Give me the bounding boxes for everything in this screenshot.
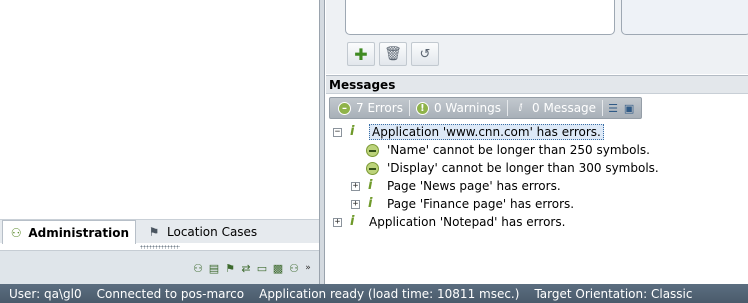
route-icon[interactable]: ⇄ bbox=[239, 259, 253, 277]
tree-row-text: Application 'www.cnn.com' has errors. bbox=[369, 124, 604, 140]
status-connection: Connected to pos-marco bbox=[96, 286, 245, 301]
side-box bbox=[621, 0, 748, 35]
tree-row[interactable]: − i Application 'www.cnn.com' has errors… bbox=[333, 123, 604, 141]
expand-icon[interactable]: + bbox=[333, 217, 342, 227]
separator bbox=[602, 100, 604, 116]
status-user: User: qa\gl0 bbox=[9, 286, 82, 301]
chevron-more-icon[interactable]: » bbox=[303, 259, 313, 277]
app-icon: i bbox=[368, 178, 373, 193]
tree-row[interactable]: + i Page 'Finance page' has errors. bbox=[351, 195, 574, 213]
collapse-icon[interactable]: − bbox=[333, 127, 342, 137]
error-icon bbox=[366, 161, 379, 175]
refresh-button[interactable]: ↺ bbox=[411, 42, 439, 66]
flag-icon: ⚑ bbox=[148, 225, 160, 239]
properties-area: ✚ 🗑 ↺ bbox=[326, 0, 748, 74]
error-icon: – bbox=[338, 101, 351, 115]
copy-icon[interactable]: ☰ bbox=[605, 100, 621, 116]
action-toolbar: ✚ 🗑 ↺ bbox=[347, 42, 439, 66]
tab-administration[interactable]: ⚇ Administration bbox=[2, 220, 136, 244]
tree-row[interactable]: + i Application 'Notepad' has errors. bbox=[333, 213, 565, 231]
messages-filter[interactable]: ⅈ 0 Message bbox=[510, 98, 600, 118]
text-area[interactable] bbox=[345, 0, 615, 35]
app-icon: i bbox=[350, 124, 355, 139]
tree-row-text: 'Name' cannot be longer than 250 symbols… bbox=[387, 143, 650, 157]
warning-icon: ! bbox=[415, 101, 429, 115]
vertical-splitter[interactable] bbox=[320, 0, 325, 284]
tree-row-text: Application 'Notepad' has errors. bbox=[369, 215, 566, 229]
status-app-ready: Application ready (load time: 10811 msec… bbox=[259, 286, 520, 301]
trash-icon: 🗑 bbox=[384, 46, 402, 62]
errors-filter[interactable]: – 7 Errors bbox=[334, 98, 407, 118]
error-icon bbox=[366, 143, 379, 157]
warnings-filter[interactable]: ! 0 Warnings bbox=[412, 98, 505, 118]
tree-row[interactable]: 'Display' cannot be longer than 300 symb… bbox=[366, 159, 659, 177]
tab-administration-label: Administration bbox=[28, 225, 129, 240]
separator bbox=[408, 100, 410, 116]
tab-location-cases[interactable]: ⚑ Location Cases bbox=[140, 220, 300, 244]
cube-icon[interactable]: ▩ bbox=[271, 259, 285, 277]
users-icon: ⚇ bbox=[10, 225, 22, 240]
flag-icon[interactable]: ⚑ bbox=[223, 259, 237, 277]
save-icon[interactable]: ▣ bbox=[621, 100, 637, 116]
status-orientation: Target Orientation: Classic bbox=[534, 286, 693, 301]
status-bar: User: qa\gl0 Connected to pos-marco Appl… bbox=[0, 284, 748, 303]
expand-icon[interactable]: + bbox=[351, 181, 360, 191]
refresh-icon: ↺ bbox=[419, 46, 431, 62]
warnings-filter-label: 0 Warnings bbox=[433, 101, 501, 115]
app-icon: i bbox=[368, 196, 373, 211]
add-button[interactable]: ✚ bbox=[347, 42, 375, 66]
left-content-area bbox=[0, 0, 319, 219]
info-icon: ⅈ bbox=[518, 102, 523, 114]
separator bbox=[507, 100, 508, 116]
users-icon[interactable]: ⚇ bbox=[191, 259, 205, 277]
tree-row-text: Page 'News page' has errors. bbox=[387, 179, 561, 193]
page-icon[interactable]: ▤ bbox=[207, 259, 221, 277]
right-panel: ✚ 🗑 ↺ Messages – 7 Errors ! 0 Warnings ⅈ… bbox=[326, 0, 748, 284]
tree-row-text: Page 'Finance page' has errors. bbox=[387, 197, 575, 211]
app-icon: i bbox=[350, 214, 355, 229]
monitor-icon[interactable]: ▭ bbox=[255, 259, 269, 277]
messages-filter-label: 0 Message bbox=[532, 101, 597, 115]
panel-grip-handle[interactable] bbox=[140, 245, 180, 249]
tab-location-cases-label: Location Cases bbox=[167, 225, 258, 239]
group-icon[interactable]: ⚇ bbox=[287, 259, 301, 277]
left-panel: ⚇ Administration ⚑ Location Cases ⚇ ▤ ⚑ … bbox=[0, 0, 320, 284]
plus-icon: ✚ bbox=[354, 44, 368, 64]
left-toolbar: ⚇ ▤ ⚑ ⇄ ▭ ▩ ⚇ » bbox=[0, 250, 319, 284]
delete-button[interactable]: 🗑 bbox=[379, 42, 407, 66]
tree-row[interactable]: 'Name' cannot be longer than 250 symbols… bbox=[366, 141, 650, 159]
left-tab-bar: ⚇ Administration ⚑ Location Cases bbox=[0, 219, 319, 244]
messages-header: Messages bbox=[326, 75, 748, 94]
errors-filter-label: 7 Errors bbox=[356, 101, 403, 115]
expand-icon[interactable]: + bbox=[351, 199, 360, 209]
tree-row[interactable]: + i Page 'News page' has errors. bbox=[351, 177, 561, 195]
messages-filter-bar: – 7 Errors ! 0 Warnings ⅈ 0 Message ☰ ▣ bbox=[326, 95, 748, 121]
tree-row-text: 'Display' cannot be longer than 300 symb… bbox=[387, 161, 659, 175]
